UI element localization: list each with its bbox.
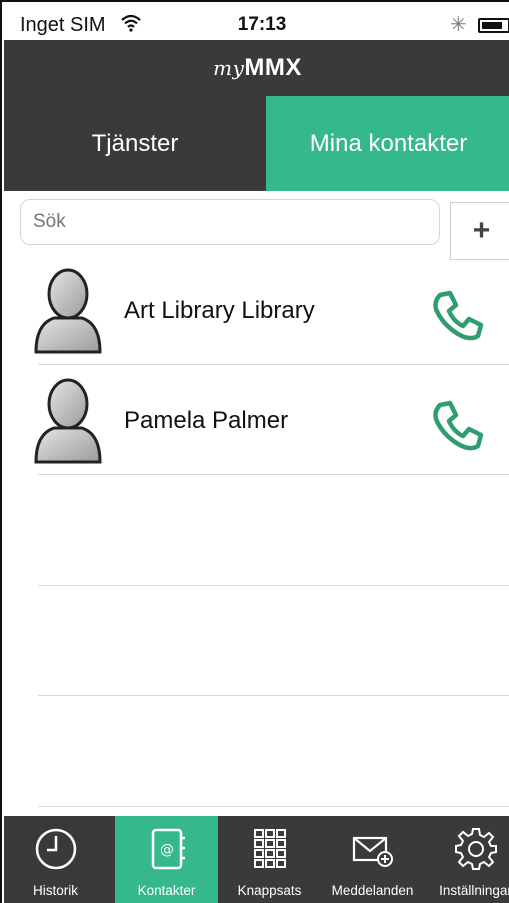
row-divider: [38, 695, 509, 696]
contact-row[interactable]: Pamela Palmer: [4, 371, 509, 481]
envelope-icon: [352, 836, 393, 867]
phone-icon[interactable]: [430, 289, 484, 343]
keypad-icon: [253, 829, 286, 868]
carrier-label: Inget SIM: [20, 14, 106, 36]
person-avatar-icon: [34, 268, 102, 354]
tab-historik[interactable]: Historik: [4, 816, 107, 903]
tab-meddelanden[interactable]: Meddelanden: [321, 816, 424, 903]
app-logo: myMMX: [213, 54, 302, 81]
plus-icon: +: [472, 214, 491, 247]
clock-time: 17:13: [237, 14, 287, 35]
contact-name: Pamela Palmer: [124, 407, 289, 434]
status-bar: Inget SIM 17:13 ✳: [4, 4, 509, 40]
segment-control: Tjänster Mina kontakter: [4, 96, 509, 191]
contact-name: Art Library Library: [124, 297, 315, 324]
gear-icon: [454, 828, 497, 870]
bluetooth-icon: ✳: [450, 14, 467, 36]
battery-icon: [478, 18, 509, 33]
app-screen: Inget SIM 17:13 ✳ myMMX Tjänster Mina ko…: [0, 0, 509, 903]
add-contact-button[interactable]: +: [450, 202, 509, 260]
person-avatar-icon: [34, 378, 102, 464]
phone-icon[interactable]: [430, 399, 484, 453]
search-input[interactable]: [20, 199, 440, 245]
tab-mina-kontakter[interactable]: Mina kontakter: [266, 96, 509, 191]
address-book-icon: @: [151, 828, 185, 870]
svg-text:@: @: [160, 842, 174, 858]
row-divider: [38, 806, 509, 807]
contact-row[interactable]: Art Library Library: [4, 261, 509, 371]
title-bar: myMMX: [4, 40, 509, 96]
bottom-tab-bar: Historik @ Kontakter Knappsats Meddeland…: [4, 816, 509, 903]
tab-knappsats[interactable]: Knappsats: [218, 816, 321, 903]
row-divider: [38, 474, 509, 475]
tab-kontakter[interactable]: @ Kontakter: [115, 816, 218, 903]
tab-tjanster[interactable]: Tjänster: [4, 96, 266, 191]
contact-list: Art Library Library Pamela Palmer: [4, 261, 509, 816]
wifi-icon: [121, 14, 141, 32]
row-divider: [38, 585, 509, 586]
tab-installningar[interactable]: Inställningar: [424, 816, 509, 903]
row-divider: [38, 364, 509, 365]
clock-icon: [35, 828, 76, 870]
search-row: +: [4, 191, 509, 261]
